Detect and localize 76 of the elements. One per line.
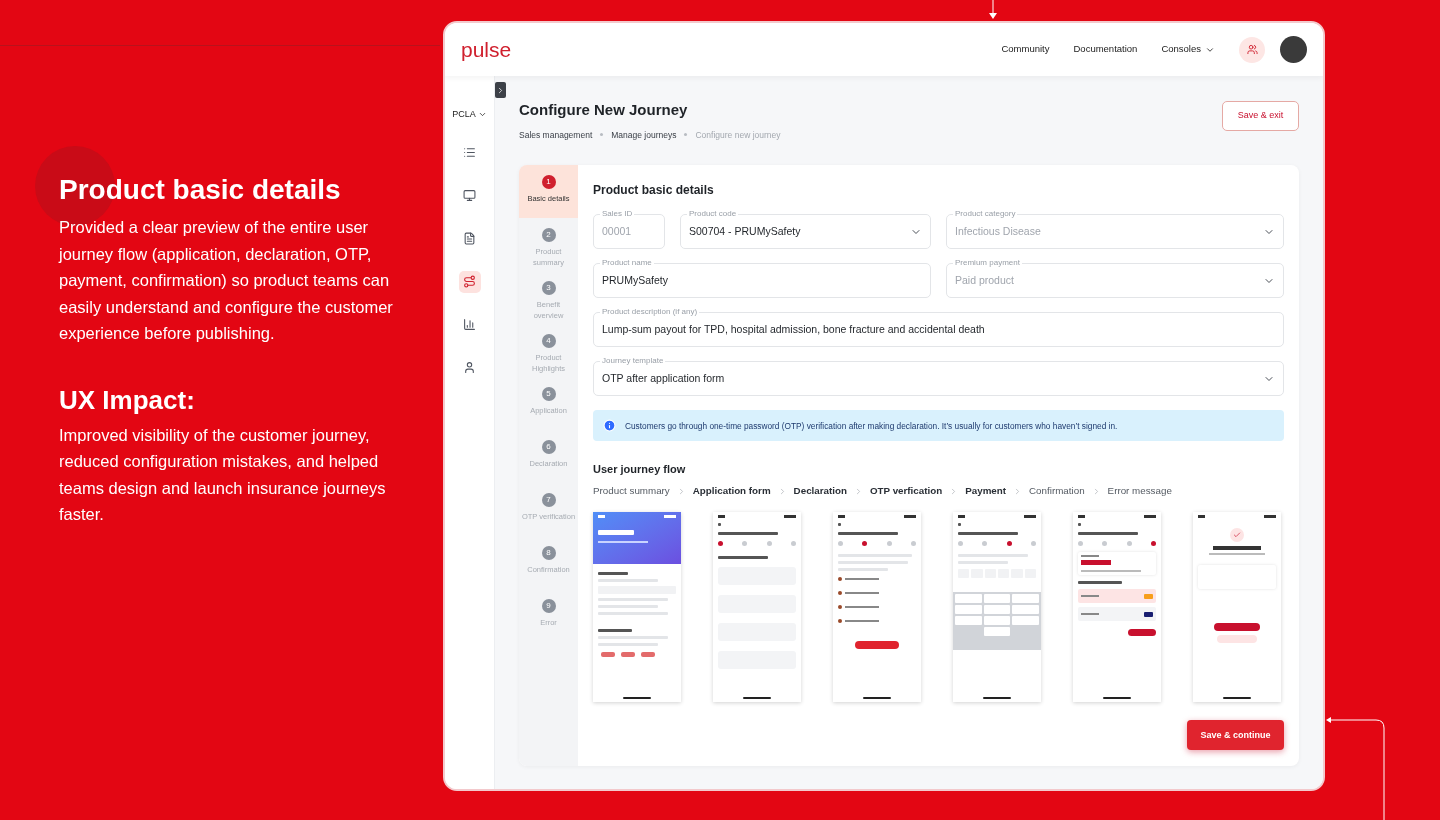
logo: pulse xyxy=(461,39,512,60)
journey-step: Declaration xyxy=(793,483,847,499)
rail-icon xyxy=(463,146,476,159)
rail-icon xyxy=(463,232,476,245)
impact-heading: UX Impact: xyxy=(59,383,196,417)
primary-pill xyxy=(1214,623,1260,632)
section-title: Product basic details xyxy=(593,182,715,200)
rail-icon xyxy=(463,275,476,288)
save-exit-button[interactable]: Save & exit xyxy=(1222,101,1299,131)
rail-icon xyxy=(463,318,476,331)
journey-step: Confirmation xyxy=(1029,483,1085,499)
continue-pill xyxy=(855,641,899,650)
field-value: S00704 - PRUMySafety xyxy=(689,223,802,239)
arrow-drawing xyxy=(988,0,998,20)
rail-icon xyxy=(463,189,476,202)
field-value: Infectious Disease xyxy=(955,223,1042,239)
avatar[interactable] xyxy=(1280,36,1307,63)
breadcrumb-separator xyxy=(600,133,604,137)
field-value: PRUMySafety xyxy=(602,272,669,288)
step-number: 7 xyxy=(541,493,556,508)
step-number: 9 xyxy=(541,599,556,614)
journey-step: Payment xyxy=(965,483,1007,499)
field-value: 00001 xyxy=(602,223,633,239)
keypad-key xyxy=(983,594,1011,604)
journey-step: Application form xyxy=(692,483,771,499)
field-value: Paid product xyxy=(955,272,1015,288)
journey-step: OTP verfication xyxy=(869,483,943,499)
breadcrumb[interactable]: Configure new journey xyxy=(695,128,781,142)
info-text: Customers go through one-time password (OTP) verification after making declaration. It’s usually for customers who haven’t signed in. xyxy=(625,419,1118,432)
pay-pill xyxy=(1128,629,1156,637)
slide-body: Provided a clear preview of the entire user journey flow (application, declaration, OTP, payment, confirmation) so product teams can easily understand and configure the customer experience before publishing. xyxy=(59,217,394,344)
step-number: 6 xyxy=(541,440,556,455)
field-label: Journey template xyxy=(600,355,666,368)
info-icon xyxy=(603,419,616,433)
field-value: OTP after application form xyxy=(602,370,726,386)
step-number: 2 xyxy=(541,228,556,243)
keypad-key xyxy=(983,627,1011,637)
keypad-key xyxy=(955,605,982,615)
field-value: Lump-sum payout for TPD, hospital admission, bone fracture and accidental death xyxy=(602,321,986,337)
keypad-key xyxy=(1012,605,1039,615)
field-label: Product description (if any) xyxy=(600,306,700,319)
team-button[interactable] xyxy=(1239,36,1265,63)
keypad-key xyxy=(1012,594,1039,604)
journey-step: Product summary xyxy=(593,483,670,499)
nav-link[interactable]: Documentation xyxy=(1073,42,1138,57)
workspace-selector[interactable]: PCLA xyxy=(452,108,487,122)
save-continue-button[interactable]: Save & continue xyxy=(1187,720,1284,751)
field-label: Product category xyxy=(953,208,1018,221)
keypad-key xyxy=(983,605,1011,615)
keypad-key xyxy=(983,616,1011,626)
breadcrumb[interactable]: Manage journeys xyxy=(611,128,677,142)
breadcrumb[interactable]: Sales management xyxy=(519,128,593,142)
chevron-right-icon xyxy=(496,85,505,95)
journey-step: Error message xyxy=(1107,483,1172,499)
field-label: Premium payment xyxy=(953,257,1022,270)
keypad-key xyxy=(1012,616,1039,626)
step-number: 1 xyxy=(541,175,556,190)
step-number: 3 xyxy=(541,281,556,296)
rail-icon xyxy=(463,361,476,374)
slide-heading: Product basic details xyxy=(59,173,342,207)
secondary-pill xyxy=(1217,635,1257,644)
keypad-key xyxy=(955,616,982,626)
nav-link[interactable]: Consoles xyxy=(1161,42,1215,57)
success-badge xyxy=(1230,528,1244,543)
impact-body: Improved visibility of the customer journey, reduced configuration mistakes, and helped teams design and launch insurance journeys faster. xyxy=(59,424,387,525)
section-title: User journey flow xyxy=(593,462,687,478)
step-number: 5 xyxy=(541,387,556,402)
keypad-key xyxy=(955,594,982,604)
nav-link[interactable]: Community xyxy=(1001,42,1050,57)
rail-item[interactable] xyxy=(458,270,481,293)
breadcrumb-separator xyxy=(684,133,688,137)
step-number: 4 xyxy=(541,334,556,349)
users-icon xyxy=(1246,44,1258,55)
page-title: Configure New Journey xyxy=(519,100,689,120)
expand-button[interactable] xyxy=(495,82,506,98)
step-number: 8 xyxy=(541,546,556,561)
